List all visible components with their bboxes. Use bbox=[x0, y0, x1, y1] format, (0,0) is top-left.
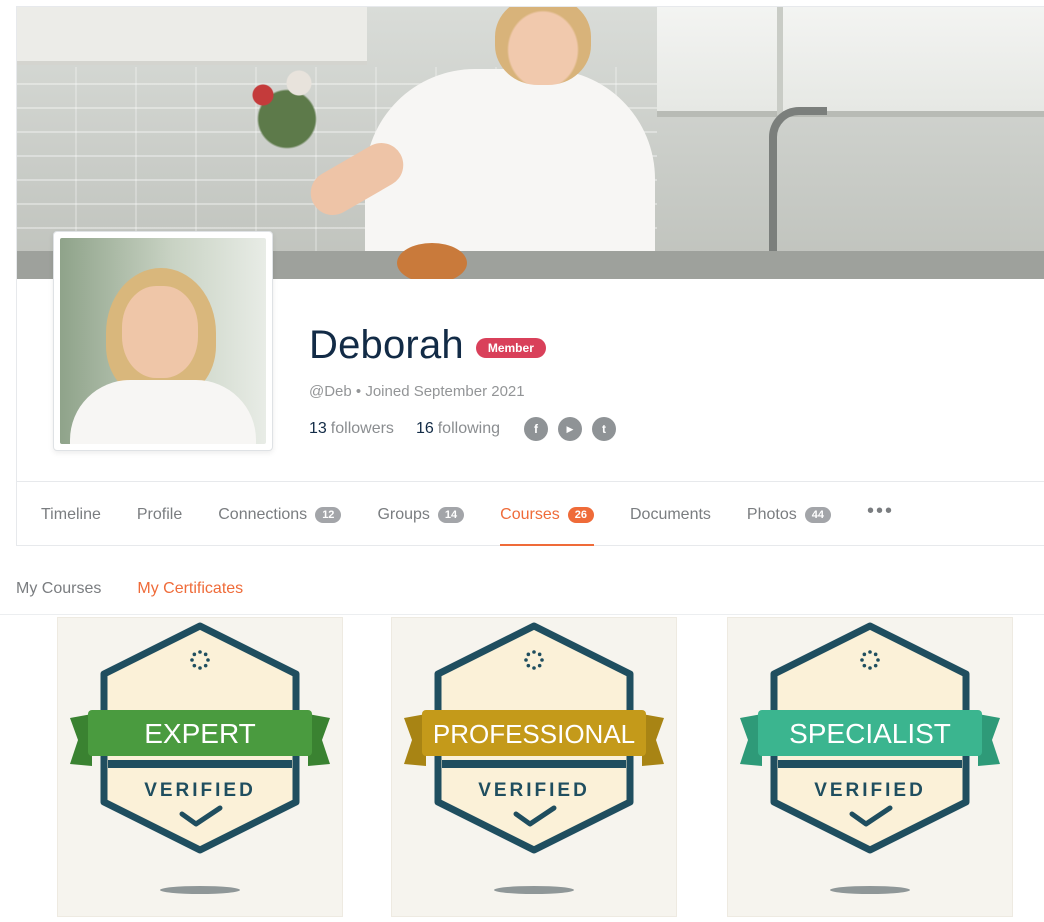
tab-courses[interactable]: Courses 26 bbox=[500, 482, 594, 548]
followers-link[interactable]: 13 followers bbox=[309, 420, 394, 438]
tab-label: Courses bbox=[500, 505, 560, 523]
cover-pasta bbox=[397, 243, 467, 279]
tab-count: 26 bbox=[567, 506, 594, 523]
certificate-subtitle: VERIFIED bbox=[814, 780, 926, 801]
tab-profile[interactable]: Profile bbox=[137, 482, 182, 548]
tab-label: Profile bbox=[136, 505, 183, 523]
profile-tabs: Timeline Profile Connections 12 Groups 14 … bbox=[17, 481, 1044, 547]
badge-band bbox=[108, 760, 292, 768]
following-count: 16 bbox=[415, 420, 434, 437]
certificate-card[interactable]: SPECIALIST VERIFIED bbox=[728, 618, 1012, 916]
certificate-title: SPECIALIST bbox=[789, 718, 951, 749]
badge-shadow bbox=[830, 886, 910, 894]
member-badge: Member bbox=[475, 337, 546, 358]
badge-shadow bbox=[494, 886, 574, 894]
tab-count: 14 bbox=[437, 506, 465, 523]
tab-label: Documents bbox=[629, 505, 711, 523]
avatar-photo bbox=[60, 238, 266, 444]
youtube-icon[interactable]: ▶ bbox=[558, 417, 582, 441]
tab-count: 44 bbox=[804, 506, 831, 523]
twitter-icon[interactable]: t bbox=[592, 417, 616, 441]
divider bbox=[0, 614, 1044, 615]
facebook-icon[interactable]: f bbox=[524, 417, 548, 441]
badge-band bbox=[442, 760, 626, 768]
tab-label: Groups bbox=[377, 505, 430, 523]
avatar[interactable] bbox=[53, 231, 273, 451]
tab-groups[interactable]: Groups 14 bbox=[377, 482, 465, 548]
social-links: f ▶ t bbox=[524, 417, 616, 441]
tab-connections[interactable]: Connections 12 bbox=[218, 482, 342, 548]
followers-count: 13 bbox=[309, 420, 327, 437]
subtab-my-certificates[interactable]: My Certificates bbox=[137, 580, 243, 598]
badge-band bbox=[778, 760, 962, 768]
cover-flowers bbox=[227, 47, 347, 167]
subtab-my-courses[interactable]: My Courses bbox=[16, 580, 101, 598]
certificate-title: PROFESSIONAL bbox=[433, 719, 635, 749]
tab-label: Photos bbox=[746, 505, 797, 523]
cover-faucet bbox=[769, 107, 827, 257]
avatar-shirt bbox=[70, 380, 256, 444]
certificate-subtitle: VERIFIED bbox=[478, 780, 590, 801]
avatar-face bbox=[122, 286, 198, 378]
certificate-badge: EXPERT VERIFIED bbox=[70, 622, 330, 894]
tab-label: Connections bbox=[218, 505, 308, 523]
certificate-badge: SPECIALIST VERIFIED bbox=[740, 622, 1000, 894]
profile-handle: @Deb • Joined September 2021 bbox=[309, 383, 525, 400]
certificate-subtitle: VERIFIED bbox=[144, 780, 256, 801]
cover-window bbox=[657, 7, 1044, 117]
followers-label: followers bbox=[330, 420, 394, 437]
tab-timeline[interactable]: Timeline bbox=[41, 482, 101, 548]
tab-documents[interactable]: Documents bbox=[630, 482, 711, 548]
name-row: Deborah Member bbox=[309, 323, 546, 368]
following-link[interactable]: 16 following bbox=[416, 420, 500, 438]
badge-shadow bbox=[160, 886, 240, 894]
following-label: following bbox=[437, 420, 500, 437]
profile-stats: 13 followers 16 following f ▶ t bbox=[309, 417, 616, 441]
tab-count: 12 bbox=[315, 506, 342, 523]
course-subtabs: My Courses My Certificates bbox=[16, 580, 243, 598]
tab-photos[interactable]: Photos 44 bbox=[747, 482, 831, 548]
certificate-title: EXPERT bbox=[144, 718, 256, 749]
certificate-card[interactable]: EXPERT VERIFIED bbox=[58, 618, 342, 916]
certificate-card[interactable]: PROFESSIONAL VERIFIED bbox=[392, 618, 676, 916]
tab-label: Timeline bbox=[41, 505, 101, 523]
certificate-badge: PROFESSIONAL VERIFIED bbox=[404, 622, 664, 894]
profile-name: Deborah bbox=[309, 323, 464, 367]
more-options-icon[interactable]: ••• bbox=[867, 479, 894, 545]
profile-card: Deborah Member @Deb • Joined September 2… bbox=[16, 6, 1044, 546]
cover-person-head bbox=[495, 7, 591, 85]
